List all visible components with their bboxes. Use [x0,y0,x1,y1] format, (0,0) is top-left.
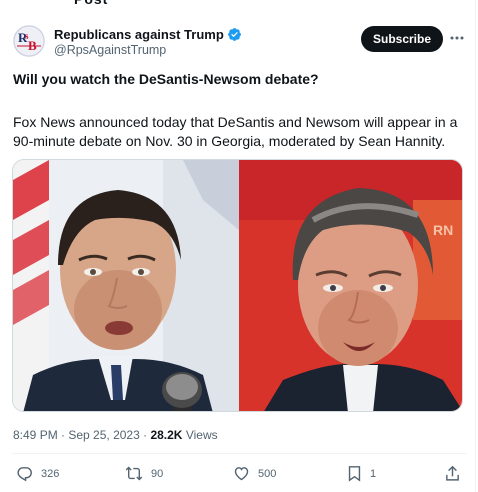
repost-button[interactable]: 90 [125,465,163,482]
tweet-time[interactable]: 8:49 PM [13,428,58,442]
avatar[interactable]: R s B [13,25,45,57]
reply-button[interactable]: 326 [16,465,59,482]
bookmark-icon [348,466,361,482]
tweet-body: Fox News announced today that DeSantis a… [13,114,458,149]
reply-count: 326 [41,467,60,480]
repost-count: 90 [151,467,164,480]
like-count: 500 [258,467,277,480]
tweet-meta: 8:49 PM · Sep 25, 2023 · 28.2K Views [13,428,218,442]
subscribe-button[interactable]: Subscribe [361,26,443,52]
tweet-headline: Will you watch the DeSantis-Newsom debat… [13,71,319,87]
bookmark-button[interactable]: 1 [347,465,376,482]
account-name-row[interactable]: Republicans against Trump [54,26,242,42]
tweet-photo[interactable]: RN [12,159,463,412]
account-handle[interactable]: @RpsAgainstTrump [54,43,166,57]
views-count: 28.2K [150,428,183,442]
bookmark-count: 1 [370,467,377,480]
tweet-date[interactable]: Sep 25, 2023 [68,428,139,442]
views-label: Views [185,428,218,442]
actions-divider [12,453,467,454]
share-icon [446,465,459,481]
like-button[interactable]: 500 [233,465,276,482]
like-icon [234,467,249,481]
svg-text:RN: RN [433,222,453,238]
repost-icon [125,466,143,481]
reply-icon [17,467,32,482]
share-button[interactable] [445,465,460,482]
column-border [475,0,476,492]
previous-content-cutoff: Post [0,0,478,10]
verified-badge-icon[interactable] [227,27,242,42]
account-name[interactable]: Republicans against Trump [54,27,224,42]
more-icon[interactable] [448,30,466,46]
